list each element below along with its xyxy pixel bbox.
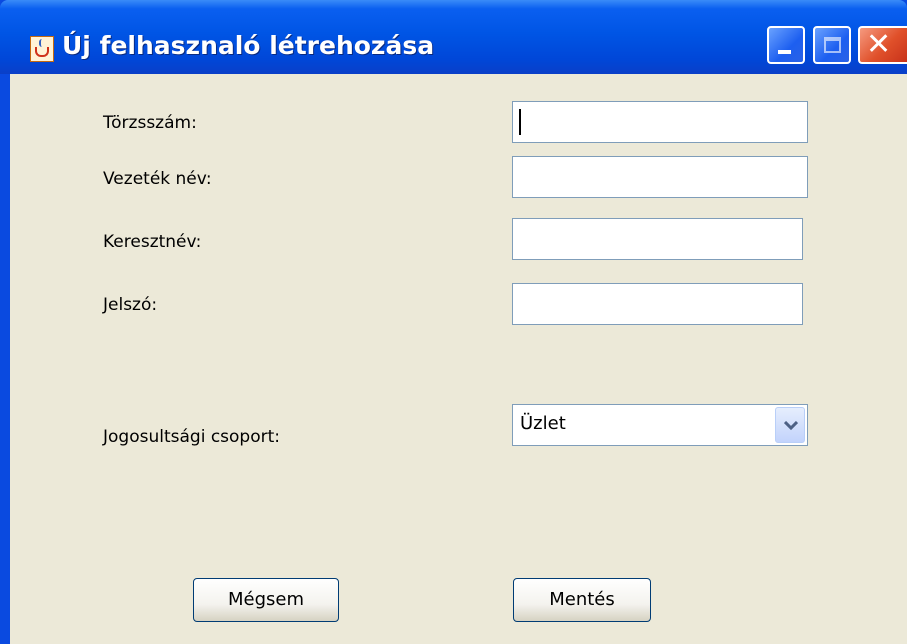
csoport-label: Jogosultsági csoport:: [103, 427, 280, 447]
java-cup-icon[interactable]: [30, 36, 54, 62]
maximize-icon: [824, 37, 841, 53]
cancel-button[interactable]: Mégsem: [193, 578, 339, 622]
vezeteknev-input[interactable]: [512, 156, 808, 198]
jelszo-input[interactable]: [512, 283, 803, 325]
minimize-icon: [778, 50, 791, 54]
minimize-button[interactable]: [767, 26, 805, 64]
dropdown-button[interactable]: [775, 407, 805, 443]
text-caret: [519, 109, 521, 135]
chevron-down-icon: [784, 421, 798, 431]
torzsszam-label: Törzsszám:: [103, 113, 197, 133]
close-icon: ✕: [866, 27, 892, 62]
keresztnev-input[interactable]: [512, 218, 803, 260]
keresztnev-label: Keresztnév:: [103, 232, 202, 252]
close-button[interactable]: ✕: [858, 26, 907, 64]
window-title: Új felhasznaló létrehozása: [62, 31, 435, 60]
csoport-selected-value: Üzlet: [520, 413, 566, 434]
save-button[interactable]: Mentés: [513, 578, 651, 622]
jelszo-label: Jelszó:: [103, 295, 158, 315]
maximize-button[interactable]: [813, 26, 851, 64]
dialog-content: Törzsszám: Vezeték név: Keresztnév: Jels…: [10, 74, 907, 644]
vezeteknev-label: Vezeték név:: [103, 169, 212, 189]
csoport-select[interactable]: Üzlet: [512, 404, 808, 446]
title-bar[interactable]: Új felhasznaló létrehozása ✕: [0, 0, 907, 74]
dialog-window: Új felhasznaló létrehozása ✕ Törzsszám: …: [0, 0, 907, 644]
torzsszam-input[interactable]: [512, 101, 808, 143]
